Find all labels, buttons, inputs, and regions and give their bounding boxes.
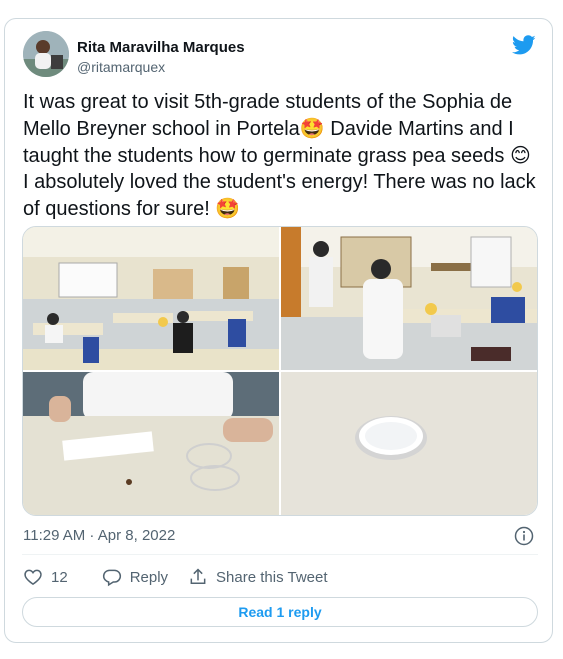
reply-button[interactable]: Reply [102,567,168,587]
tweet-line-5: of questions for sure! 🤩 [23,195,541,222]
author-name[interactable]: Rita Maravilha Marques [77,39,245,56]
tweet-line-3-text: taught the students how to germinate gra… [23,145,510,167]
share-label: Share this Tweet [216,568,328,586]
star-struck-emoji: 🤩 [299,116,325,140]
tweet-line-1: It was great to visit 5th-grade students… [23,91,513,113]
like-count: 12 [51,568,68,586]
petri-dish-cotton-photo[interactable] [281,372,537,515]
action-bar: 12 Reply Share this Tweet [23,566,348,588]
tweet-line-2-start: Mello Breyner school in Portela [23,118,300,140]
author-handle[interactable]: @ritamarquex [77,59,165,75]
heart-icon [24,569,42,585]
like-button[interactable]: 12 [23,567,68,587]
tweet-line-2: Mello Breyner school in Portela🤩 Davide … [23,115,541,142]
share-button[interactable]: Share this Tweet [188,567,328,587]
read-replies-button[interactable]: Read 1 reply [22,597,538,627]
tweet-line-4: I absolutely loved the student's energy!… [23,171,536,193]
twitter-bird-icon[interactable] [512,33,536,57]
info-icon[interactable] [514,526,534,546]
divider [22,554,538,555]
star-struck-emoji: 🤩 [215,196,241,220]
tweet-card: Rita Maravilha Marques @ritamarquex It w… [4,18,553,643]
tweet-line-5-text: of questions for sure! [23,198,216,220]
author-avatar[interactable] [23,31,69,77]
student-dropper-photo[interactable] [23,372,279,515]
smiling-emoji: 😊 [509,143,531,167]
tweet-text: It was great to visit 5th-grade students… [23,89,541,222]
share-icon [190,568,206,584]
tweet-line-3: taught the students how to germinate gra… [23,142,541,169]
tweet-line-2-end: Davide Martins and I [324,118,514,140]
classroom-wide-photo[interactable] [23,227,279,370]
reply-label: Reply [129,568,169,586]
reply-bubble-icon [102,569,121,587]
media-grid [22,226,538,516]
tweet-timestamp[interactable]: 11:29 AM · Apr 8, 2022 [23,527,175,544]
teacher-with-students-photo[interactable] [281,227,537,370]
